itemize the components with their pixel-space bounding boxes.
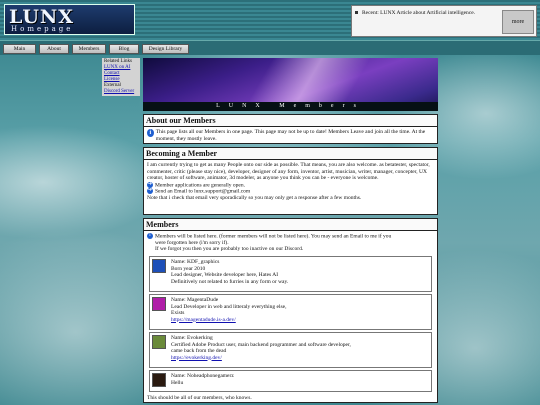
becoming-line1: Member applications are generally open. — [155, 181, 245, 188]
info-icon: i — [147, 129, 154, 137]
becoming-text: I am currently trying to get as many Peo… — [147, 162, 430, 181]
members-banner: LUNX Members — [143, 58, 438, 111]
becoming-title: Becoming a Member — [144, 148, 437, 160]
nav-design-library[interactable]: Design Library — [142, 44, 189, 54]
member-info: Name: MagentaDude Lead Developer in web … — [171, 297, 286, 323]
member-avatar — [152, 259, 166, 273]
member-line: Definitively not related to furries in a… — [171, 278, 289, 285]
member-website-link[interactable]: https://magentadude.is-a.dev/ — [171, 317, 286, 324]
member-avatar — [152, 297, 166, 311]
banner-caption: LUNX Members — [143, 102, 438, 111]
nav-members[interactable]: Members — [72, 44, 106, 54]
member-info: Name: Evokerking Certified Adobe Product… — [171, 335, 351, 361]
member-card: Name: MagentaDude Lead Developer in web … — [149, 294, 432, 330]
more-button[interactable]: more — [502, 10, 534, 34]
member-card: Name: Evokerking Certified Adobe Product… — [149, 332, 432, 368]
member-website-link[interactable]: https://evokerking.dev/ — [171, 355, 351, 362]
member-line: Lead designer, Website developer here, H… — [171, 272, 279, 278]
member-name: Name: Noheadphonegamerz — [171, 373, 234, 379]
member-info: Name: Noheadphonegamerz Hellu — [171, 373, 234, 386]
nav-about[interactable]: About — [39, 44, 69, 54]
members-panel: Members i Members will be listed here. (f… — [143, 218, 438, 403]
site-logo[interactable]: LUNX Homepage — [4, 4, 135, 35]
sidebar: Related Links LUNX on AI Contact License… — [102, 58, 140, 96]
members-title: Members — [144, 219, 437, 231]
bullet-icon — [355, 11, 358, 14]
member-info: Name: KDF_graphics Born year 2010 Lead d… — [171, 259, 288, 285]
news-notice: Recent: LUNX Article about Artificial in… — [351, 5, 537, 37]
member-line: Lead Developer in web and litteraly ever… — [171, 303, 287, 310]
member-card: Name: Noheadphonegamerz Hellu — [149, 370, 432, 392]
member-line: Hellu — [171, 379, 184, 386]
members-intro1: Members will be listed here. (former mem… — [155, 233, 392, 240]
main-content: LUNX Members About our Members i This pa… — [143, 58, 438, 405]
info-icon: i — [147, 233, 153, 239]
members-intro3: If we forgot you then you are probably t… — [155, 246, 304, 253]
logo-subtitle: Homepage — [11, 25, 74, 33]
about-panel: About our Members i This page lists all … — [143, 114, 438, 144]
becoming-body: I am currently trying to get as many Peo… — [144, 160, 437, 204]
member-avatar — [152, 335, 166, 349]
becoming-note: Note that i check that email very sporad… — [147, 195, 362, 202]
about-text: This page lists all our Members in one p… — [155, 129, 426, 142]
member-card: Name: KDF_graphics Born year 2010 Lead d… — [149, 256, 432, 292]
sidebar-link-discord[interactable]: Discord Server — [104, 89, 138, 95]
members-footer: This should be all of our members, who k… — [147, 395, 252, 401]
nav-blog[interactable]: Blog — [109, 44, 139, 54]
member-avatar — [152, 373, 166, 387]
becoming-line2: Send an Email to lunx.support@gmail.com — [155, 188, 251, 195]
becoming-panel: Becoming a Member I am currently trying … — [143, 147, 438, 215]
site-header: LUNX Homepage Recent: LUNX Article about… — [0, 0, 540, 40]
arrow-right-icon: ➜ — [147, 188, 153, 195]
arrow-right-icon: ➜ — [147, 181, 153, 188]
members-intro: i Members will be listed here. (former me… — [144, 231, 437, 255]
about-body: i This page lists all our Members in one… — [144, 127, 437, 144]
about-title: About our Members — [144, 115, 437, 127]
notice-text: Recent: LUNX Article about Artificial in… — [362, 10, 476, 16]
nav-main[interactable]: Main — [3, 44, 36, 54]
main-nav: Main About Members Blog Design Library — [0, 40, 540, 55]
